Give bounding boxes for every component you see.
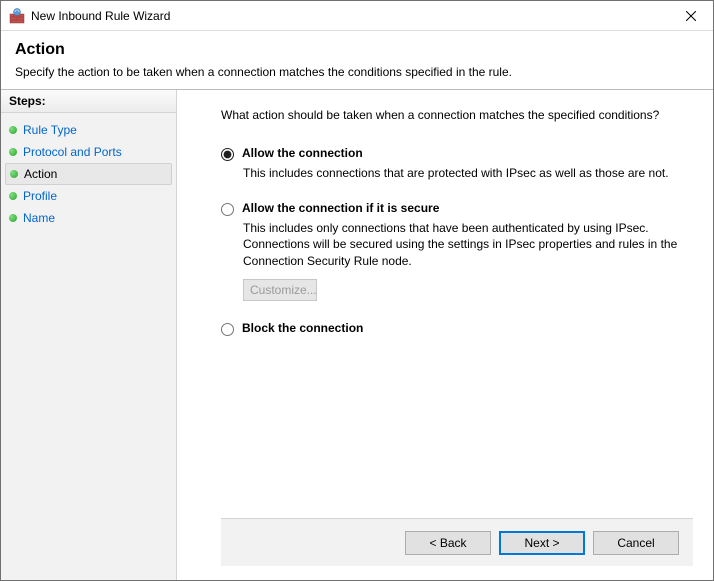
option-allow-row[interactable]: Allow the connection — [221, 146, 693, 161]
step-action[interactable]: Action — [5, 163, 172, 185]
step-protocol-ports[interactable]: Protocol and Ports — [1, 141, 176, 163]
steps-panel: Steps: Rule Type Protocol and Ports Acti… — [1, 90, 177, 580]
page-heading: Action — [15, 41, 699, 59]
bullet-icon — [10, 170, 18, 178]
option-allow-desc: This includes connections that are prote… — [243, 165, 693, 181]
wizard-footer: < Back Next > Cancel — [221, 518, 693, 566]
back-button[interactable]: < Back — [405, 531, 491, 555]
step-name[interactable]: Name — [1, 207, 176, 229]
radio-block[interactable] — [221, 323, 234, 336]
step-label: Protocol and Ports — [23, 145, 122, 159]
content-question: What action should be taken when a conne… — [221, 108, 693, 122]
step-label: Name — [23, 211, 55, 225]
option-allow-secure-desc: This includes only connections that have… — [243, 220, 693, 269]
next-button[interactable]: Next > — [499, 531, 585, 555]
step-label: Rule Type — [23, 123, 77, 137]
option-allow-title: Allow the connection — [242, 146, 363, 160]
option-block: Block the connection — [221, 321, 693, 336]
window-title: New Inbound Rule Wizard — [31, 9, 668, 23]
option-allow: Allow the connection This includes conne… — [221, 146, 693, 181]
bullet-icon — [9, 192, 17, 200]
radio-allow-secure[interactable] — [221, 203, 234, 216]
page-subtitle: Specify the action to be taken when a co… — [15, 65, 699, 79]
option-allow-secure-row[interactable]: Allow the connection if it is secure — [221, 201, 693, 216]
step-profile[interactable]: Profile — [1, 185, 176, 207]
wizard-body: Steps: Rule Type Protocol and Ports Acti… — [1, 89, 713, 580]
step-label: Action — [24, 167, 57, 181]
close-icon — [686, 11, 696, 21]
bullet-icon — [9, 148, 17, 156]
step-label: Profile — [23, 189, 57, 203]
wizard-header: Action Specify the action to be taken wh… — [1, 31, 713, 89]
titlebar: New Inbound Rule Wizard — [1, 1, 713, 31]
option-allow-secure-title: Allow the connection if it is secure — [242, 201, 439, 215]
customize-button: Customize... — [243, 279, 317, 301]
cancel-button[interactable]: Cancel — [593, 531, 679, 555]
close-button[interactable] — [668, 1, 713, 30]
wizard-window: New Inbound Rule Wizard Action Specify t… — [0, 0, 714, 581]
option-block-title: Block the connection — [242, 321, 363, 335]
wizard-content: What action should be taken when a conne… — [177, 90, 713, 580]
radio-allow[interactable] — [221, 148, 234, 161]
steps-header: Steps: — [1, 90, 176, 113]
firewall-icon — [9, 8, 25, 24]
bullet-icon — [9, 126, 17, 134]
bullet-icon — [9, 214, 17, 222]
option-allow-secure: Allow the connection if it is secure Thi… — [221, 201, 693, 301]
steps-list: Rule Type Protocol and Ports Action Prof… — [1, 113, 176, 235]
option-block-row[interactable]: Block the connection — [221, 321, 693, 336]
step-rule-type[interactable]: Rule Type — [1, 119, 176, 141]
